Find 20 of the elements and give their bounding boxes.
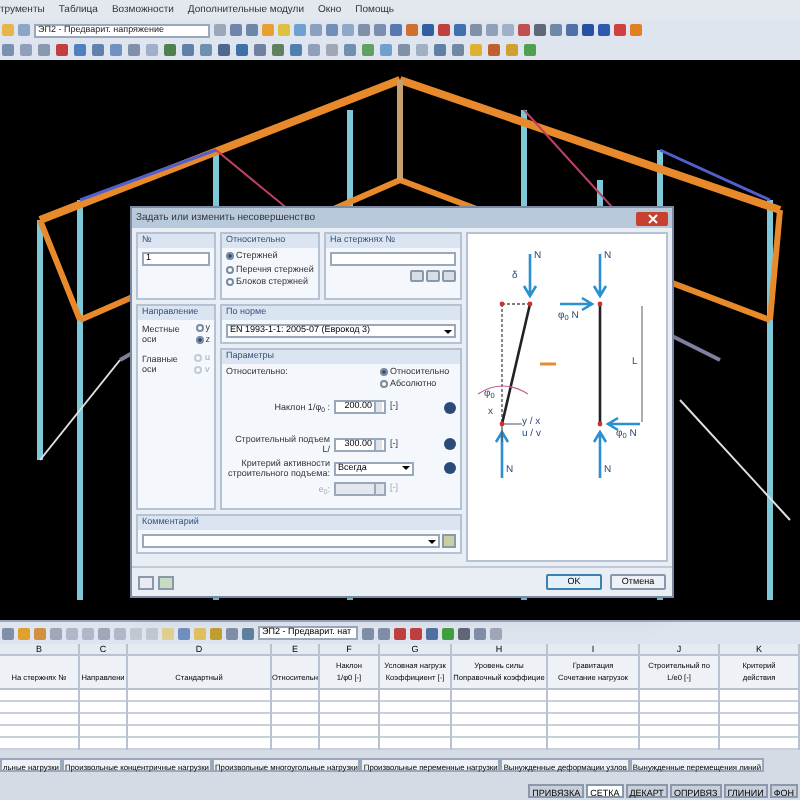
radio-button[interactable] (226, 265, 234, 274)
spinner-arrows-icon (374, 439, 382, 449)
dropdown-arrow-icon (444, 329, 452, 333)
dropdown-arrow-icon (428, 539, 436, 543)
radio-button[interactable] (226, 252, 234, 261)
help-button[interactable] (138, 575, 154, 589)
radio-button[interactable] (195, 335, 204, 344)
radio-button[interactable] (226, 278, 234, 287)
radio-button[interactable] (380, 368, 388, 377)
comment-field[interactable] (142, 534, 440, 548)
radio-button[interactable] (195, 324, 204, 333)
dropdown-arrow-icon (402, 466, 410, 470)
close-icon (647, 213, 657, 223)
spinner-arrows-icon (374, 402, 382, 412)
members-field[interactable] (330, 252, 456, 266)
units-button[interactable] (158, 575, 174, 589)
folder-button[interactable] (442, 534, 456, 548)
close-button[interactable] (636, 211, 668, 225)
radio-button[interactable] (380, 379, 388, 388)
info-icon[interactable] (444, 401, 456, 413)
